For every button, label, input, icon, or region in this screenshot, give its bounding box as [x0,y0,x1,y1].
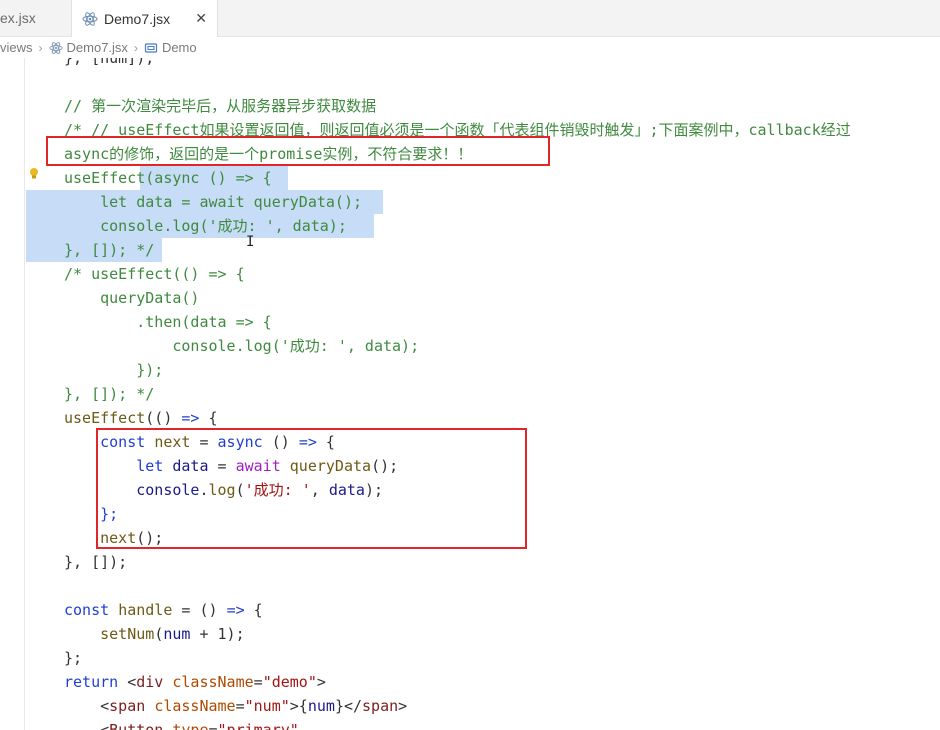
text-cursor-icon: I [246,234,255,250]
tab-index-jsx[interactable]: ex.jsx [0,0,72,36]
code-line[interactable]: }, []); */ [64,238,154,262]
code-line[interactable]: /* useEffect(() => { [64,262,245,286]
code-line[interactable]: <Button type="primary" [64,718,299,730]
react-file-icon [48,41,63,55]
react-file-icon [82,11,98,27]
tab-label: ex.jsx [0,10,36,26]
lightbulb-icon[interactable] [29,166,39,180]
code-line[interactable]: return <div className="demo"> [64,670,326,694]
code-line[interactable]: }); [64,358,163,382]
code-line[interactable]: // 第一次渲染完毕后，从服务器异步获取数据 [64,94,376,118]
code-line[interactable]: .then(data => { [64,310,271,334]
code-line[interactable]: }, []); */ [64,382,154,406]
breadcrumb-item-file[interactable]: Demo7.jsx [67,40,128,55]
breadcrumb-item-views[interactable]: views [0,40,33,55]
code-line[interactable]: useEffect(() => { [64,406,218,430]
component-symbol-icon [144,41,158,55]
tab-label: Demo7.jsx [104,10,171,27]
code-line[interactable]: console.log('成功: ', data); [64,334,419,358]
code-line[interactable]: queryData() [64,286,199,310]
tab-demo7-jsx[interactable]: Demo7.jsx ✕ [72,0,218,37]
code-line[interactable]: const handle = () => { [64,598,263,622]
code-line[interactable]: }, [num]); [64,58,154,70]
code-line[interactable]: setNum(num + 1); [64,622,245,646]
code-line[interactable]: }, []); [64,550,127,574]
editor-tab-bar: ex.jsx Demo7.jsx ✕ [0,0,940,37]
code-line[interactable]: let data = await queryData(); [64,190,362,214]
annotation-box-code [96,428,527,549]
chevron-right-icon: › [133,40,138,55]
breadcrumb-item-demo[interactable]: Demo [162,40,197,55]
indent-guide [24,58,25,730]
code-line[interactable]: useEffect(async () => { [64,166,272,190]
close-tab-icon[interactable]: ✕ [195,10,207,27]
chevron-right-icon: › [38,40,43,55]
code-editor[interactable]: }, [num]);// 第一次渲染完毕后，从服务器异步获取数据/* // us… [0,58,940,730]
code-line[interactable]: <span className="num">{num}</span> [64,694,407,718]
code-line[interactable]: }; [64,646,82,670]
code-line[interactable]: console.log('成功: ', data); [64,214,347,238]
annotation-box-comment [46,136,550,166]
breadcrumb: views › Demo7.jsx › Demo [0,37,940,58]
